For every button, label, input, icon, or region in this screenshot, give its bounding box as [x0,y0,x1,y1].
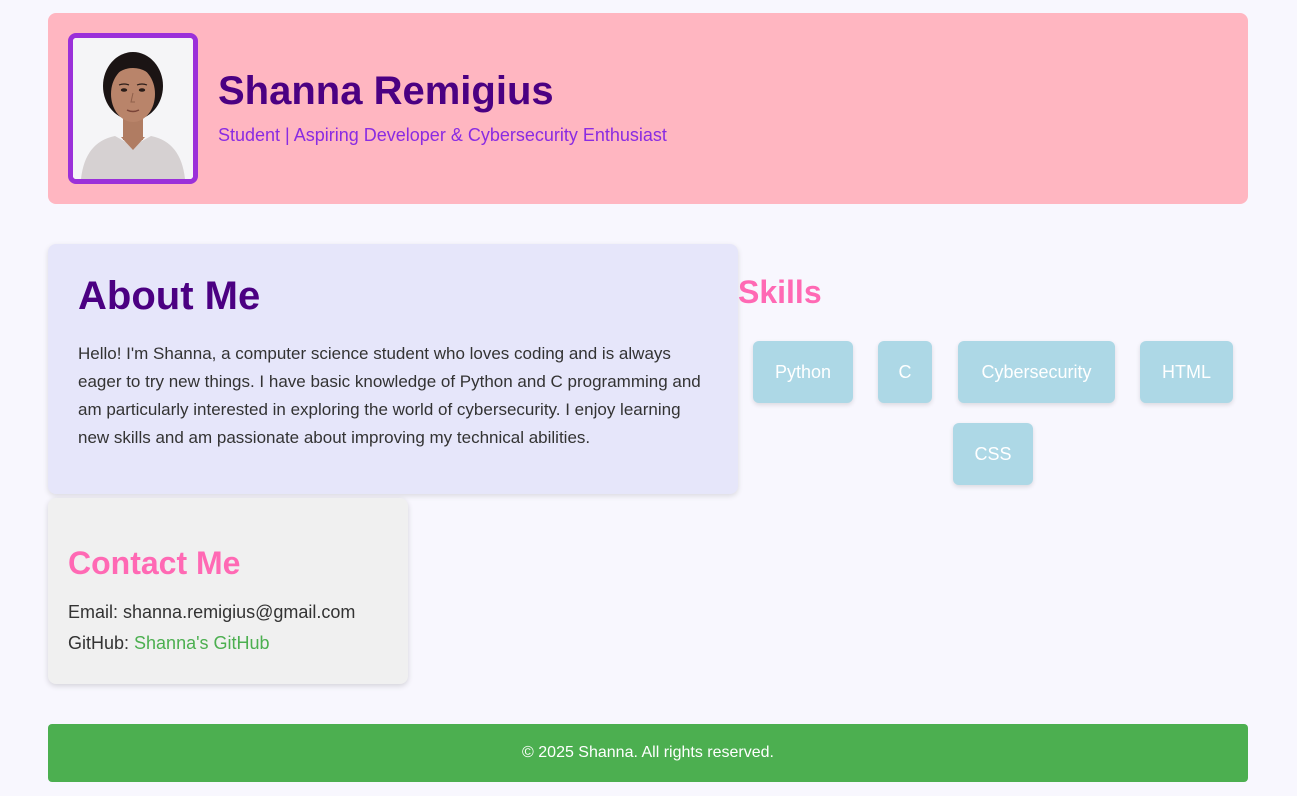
about-title: About Me [78,274,261,318]
github-link[interactable]: Shanna's GitHub [134,633,270,653]
skill-badge-css[interactable]: CSS [953,423,1033,485]
about-section: About Me Hello! I'm Shanna, a computer s… [48,244,738,494]
contact-github-line: GitHub: Shanna's GitHub [68,633,270,654]
profile-header: Shanna Remigius Student | Aspiring Devel… [48,13,1248,204]
skill-badge-cybersecurity[interactable]: Cybersecurity [958,341,1115,403]
github-label: GitHub: [68,633,135,653]
profile-name: Shanna Remigius [218,69,554,113]
profile-photo-image [73,38,193,179]
email-label: Email: [68,602,124,622]
skill-badge-c[interactable]: C [878,341,932,403]
contact-section: Contact Me Email: shanna.remigius@gmail.… [48,498,408,684]
profile-photo [68,33,198,184]
page-footer: © 2025 Shanna. All rights reserved. [48,724,1248,782]
skill-badge-html[interactable]: HTML [1140,341,1233,403]
contact-email-line: Email: shanna.remigius@gmail.com [68,602,355,623]
about-text: Hello! I'm Shanna, a computer science st… [78,344,701,447]
footer-text: © 2025 Shanna. All rights reserved. [522,744,774,761]
email-address: shanna.remigius@gmail.com [123,602,356,622]
contact-title: Contact Me [68,545,241,581]
profile-tagline: Student | Aspiring Developer & Cybersecu… [218,125,667,145]
skill-badge-python[interactable]: Python [753,341,853,403]
skills-title: Skills [738,274,822,310]
